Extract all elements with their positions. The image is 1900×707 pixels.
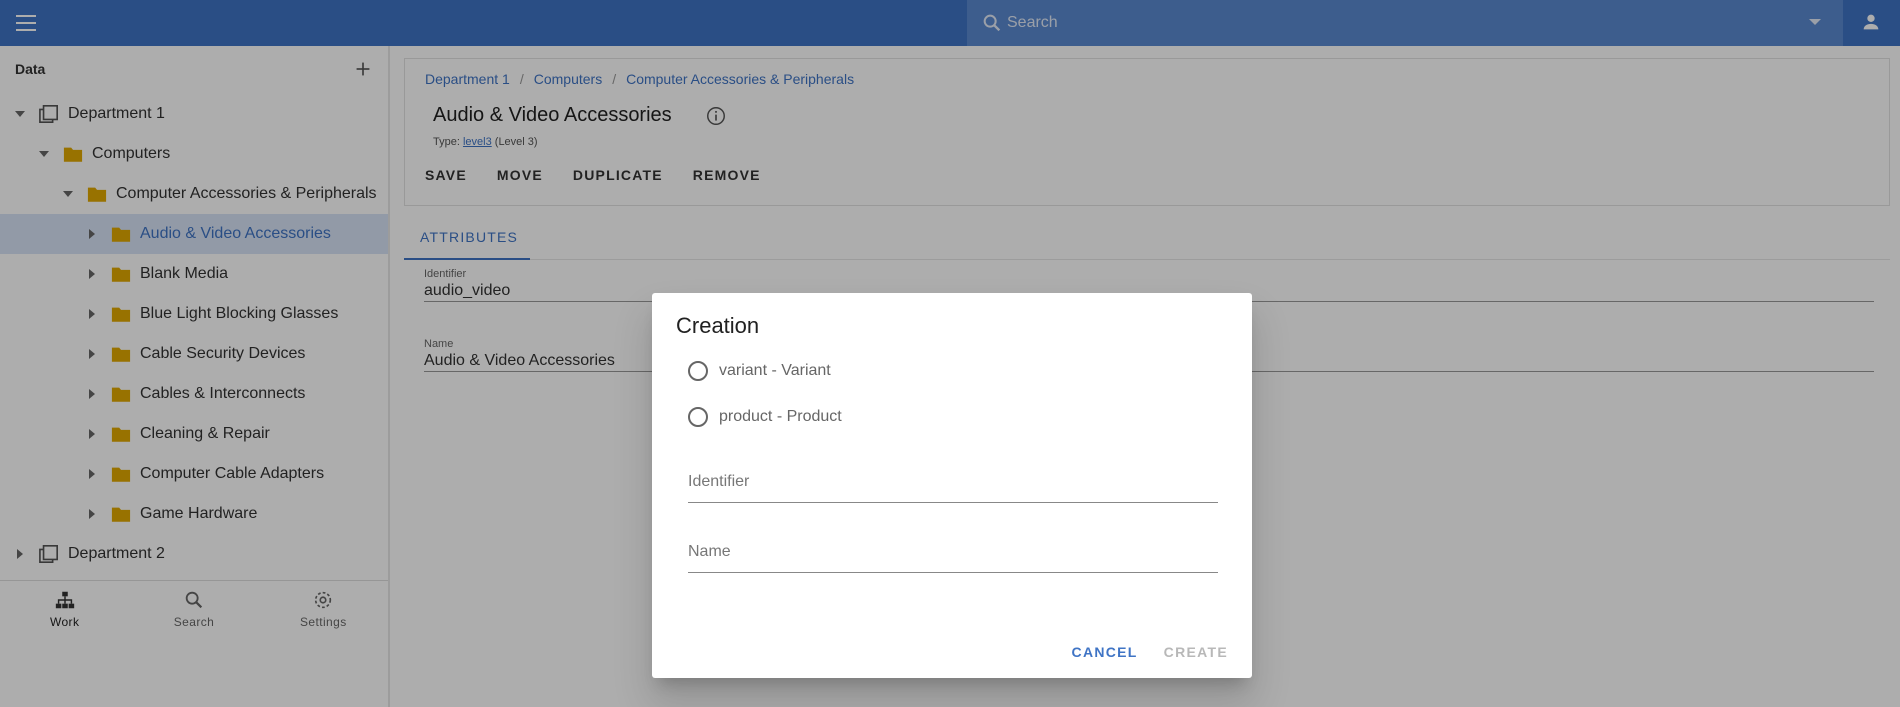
radio-unchecked-icon[interactable]: [688, 407, 708, 427]
radio-unchecked-icon[interactable]: [688, 361, 708, 381]
creation-dialog: Creation variant - Variant product - Pro…: [652, 293, 1252, 678]
radio-product[interactable]: product - Product: [688, 402, 842, 432]
name-input[interactable]: [688, 543, 1218, 561]
identifier-input-field: [688, 467, 1218, 503]
dialog-title: Creation: [676, 313, 760, 338]
cancel-button[interactable]: CANCEL: [1072, 644, 1138, 660]
radio-variant-label: variant - Variant: [719, 362, 831, 379]
create-button[interactable]: CREATE: [1164, 644, 1228, 660]
radio-variant[interactable]: variant - Variant: [688, 356, 831, 386]
dialog-actions: CANCEL CREATE: [1072, 644, 1228, 660]
radio-product-label: product - Product: [719, 408, 842, 425]
identifier-input[interactable]: [688, 473, 1218, 491]
name-input-field: [688, 537, 1218, 573]
